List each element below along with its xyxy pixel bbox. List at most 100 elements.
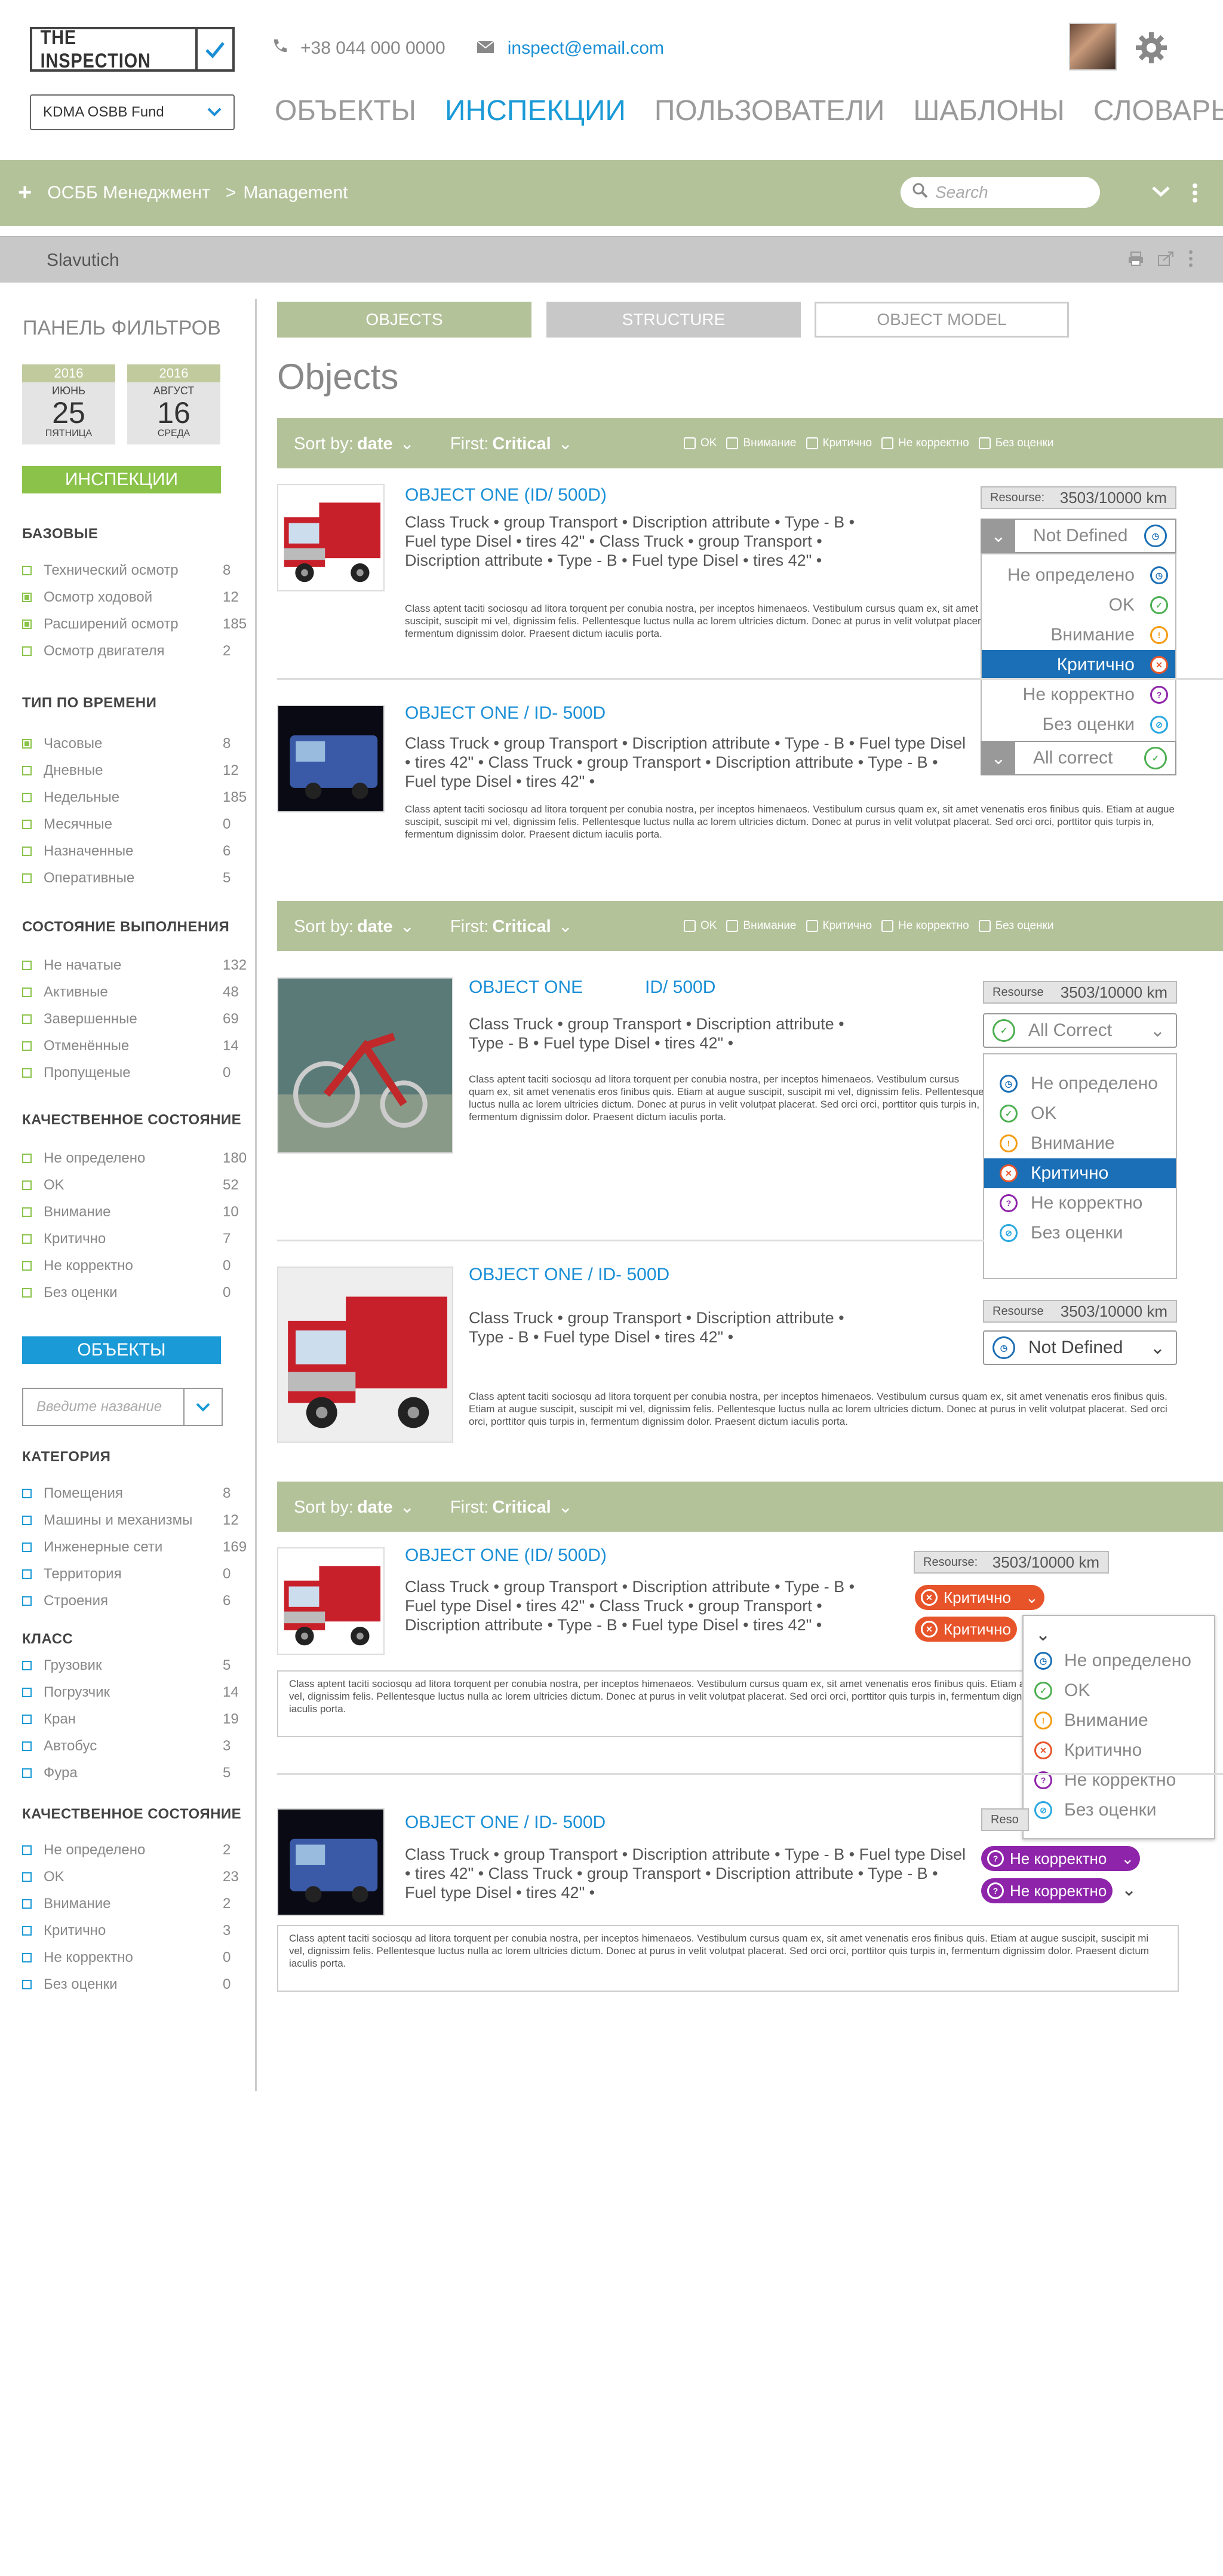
checkbox[interactable] [22, 1068, 32, 1078]
status-pill[interactable]: ? Не корректно ⌄ [981, 1846, 1141, 1871]
status-select[interactable]: ⌄ All correct ✓ [981, 741, 1176, 775]
search-input[interactable]: Search [901, 177, 1100, 208]
status-checkbox[interactable]: Внимание [726, 437, 797, 450]
status-option[interactable]: Критично ✕ [982, 650, 1175, 680]
tab-objects[interactable]: OBJECTS [277, 302, 531, 338]
checkbox[interactable] [22, 988, 32, 997]
checkbox[interactable] [22, 847, 32, 856]
nav-inspections[interactable]: ИНСПЕКЦИИ [445, 94, 626, 127]
checkbox[interactable] [22, 1542, 32, 1552]
checkbox[interactable] [22, 593, 32, 602]
checkbox[interactable] [22, 1489, 32, 1498]
filter-item[interactable]: Активные 48 [22, 984, 243, 1001]
object-thumbnail[interactable] [277, 977, 453, 1154]
nav-dictionary[interactable]: СЛОВАРЬ [1093, 94, 1223, 127]
filter-item[interactable]: Не определено 180 [22, 1150, 247, 1167]
checkbox[interactable] [22, 1234, 32, 1244]
chevron-down-icon[interactable]: ⌄ [1024, 1624, 1214, 1646]
object-title[interactable]: OBJECT ONE / ID- 500D [405, 703, 966, 723]
object-thumbnail[interactable] [277, 1547, 385, 1655]
checkbox[interactable] [22, 1926, 32, 1936]
filter-item[interactable]: Не корректно 0 [22, 1949, 243, 1966]
share-icon[interactable] [1157, 251, 1174, 269]
checkbox[interactable] [22, 961, 32, 970]
checkbox[interactable] [22, 793, 32, 802]
more-vertical-icon[interactable] [1188, 250, 1193, 271]
date-to[interactable]: 2016 АВГУСТ 16 СРЕДА [127, 364, 220, 444]
checkbox[interactable] [22, 620, 32, 629]
status-pill[interactable]: ✕ Критично ⌄ [915, 1585, 1044, 1610]
filter-item[interactable]: Фура 5 [22, 1765, 243, 1781]
inspections-button[interactable]: ИНСПЕКЦИИ [22, 466, 221, 493]
nav-templates[interactable]: ШАБЛОНЫ [913, 94, 1065, 127]
filter-item[interactable]: Часовые 8 [22, 735, 243, 752]
filter-item[interactable]: Строения 6 [22, 1593, 243, 1609]
checkbox[interactable] [22, 1569, 32, 1579]
checkbox[interactable] [22, 1845, 32, 1855]
print-icon[interactable] [1127, 251, 1144, 269]
checkbox[interactable] [22, 766, 32, 775]
sort-by-control[interactable]: Sort by: date ⌄ [294, 1496, 414, 1517]
checkbox[interactable] [22, 1288, 32, 1298]
checkbox[interactable] [22, 1715, 32, 1724]
status-option[interactable]: ? Не корректно [984, 1188, 1176, 1218]
checkbox[interactable] [22, 1688, 32, 1697]
object-thumbnail[interactable] [277, 705, 385, 812]
object-title[interactable]: OBJECT ONE (ID/ 500D) [405, 485, 823, 505]
checkbox[interactable] [22, 1953, 32, 1962]
status-option[interactable]: OK ✓ [982, 590, 1175, 620]
status-option[interactable]: ✓ OK [1024, 1676, 1214, 1706]
checkbox[interactable] [22, 820, 32, 829]
object-title[interactable]: OBJECT ONE [469, 977, 624, 998]
status-option[interactable]: ◷ Не определено [984, 1069, 1176, 1099]
filter-item[interactable]: Не корректно 0 [22, 1258, 243, 1274]
status-option[interactable]: ? Не корректно [1024, 1765, 1214, 1795]
object-thumbnail[interactable] [277, 1808, 385, 1916]
status-checkbox[interactable]: Без оценки [978, 919, 1054, 933]
checkbox[interactable] [22, 1899, 32, 1909]
sort-by-control[interactable]: Sort by: date ⌄ [294, 433, 414, 454]
checkbox[interactable] [22, 1741, 32, 1751]
checkbox[interactable] [22, 1661, 32, 1670]
chevron-down-icon[interactable]: ⌄ [1121, 1879, 1136, 1900]
filter-item[interactable]: Назначенные 6 [22, 843, 243, 860]
date-from[interactable]: 2016 ИЮНЬ 25 ПЯТНИЦА [22, 364, 115, 444]
filter-item[interactable]: Внимание 10 [22, 1204, 243, 1220]
filter-item[interactable]: Критично 7 [22, 1231, 243, 1247]
breadcrumb-root[interactable]: ОСББ Менеджмент [47, 183, 210, 203]
filter-item[interactable]: Помещения 8 [22, 1485, 243, 1502]
status-checkbox[interactable]: Внимание [726, 919, 797, 933]
checkbox[interactable] [22, 873, 32, 883]
fund-select[interactable]: KDMA OSBB Fund [30, 94, 235, 130]
status-option[interactable]: ✓ OK [984, 1099, 1176, 1128]
checkbox[interactable] [22, 1041, 32, 1051]
first-control[interactable]: First: Critical ⌄ [450, 916, 573, 937]
status-option[interactable]: ✕ Критично [984, 1158, 1176, 1188]
checkbox[interactable] [22, 1596, 32, 1606]
filter-item[interactable]: Автобус 3 [22, 1738, 243, 1755]
plus-icon[interactable]: + [18, 179, 32, 206]
checkbox[interactable] [22, 1768, 32, 1778]
status-checkbox[interactable]: OK [683, 437, 717, 450]
status-option[interactable]: ◷ Не определено [1024, 1646, 1214, 1676]
status-option[interactable]: ✕ Критично [1024, 1735, 1214, 1765]
nav-objects[interactable]: ОБЪЕКТЫ [275, 94, 416, 127]
filter-item[interactable]: Территория 0 [22, 1566, 243, 1583]
filter-item[interactable]: Машины и механизмы 12 [22, 1512, 243, 1529]
checkbox[interactable] [22, 1980, 32, 1989]
status-option[interactable]: ⊘ Без оценки [1024, 1795, 1214, 1825]
filter-item[interactable]: Осмотр двигателя 2 [22, 643, 243, 660]
checkbox[interactable] [22, 1180, 32, 1190]
filter-item[interactable]: Не определено 2 [22, 1842, 243, 1859]
status-checkbox[interactable]: Без оценки [978, 437, 1054, 450]
more-vertical-icon[interactable] [1192, 183, 1198, 206]
filter-item[interactable]: Инженерные сети 169 [22, 1539, 247, 1556]
filter-item[interactable]: Месячные 0 [22, 816, 243, 833]
filter-item[interactable]: Недельные 185 [22, 789, 247, 806]
checkbox[interactable] [22, 1207, 32, 1217]
filter-item[interactable]: Отменённые 14 [22, 1038, 243, 1054]
status-select[interactable]: ✓ All Correct ⌄ [983, 1013, 1177, 1048]
filter-item[interactable]: Осмотр ходовой 12 [22, 589, 243, 606]
checkbox[interactable] [22, 1014, 32, 1024]
filter-item[interactable]: Пропущеные 0 [22, 1065, 243, 1081]
